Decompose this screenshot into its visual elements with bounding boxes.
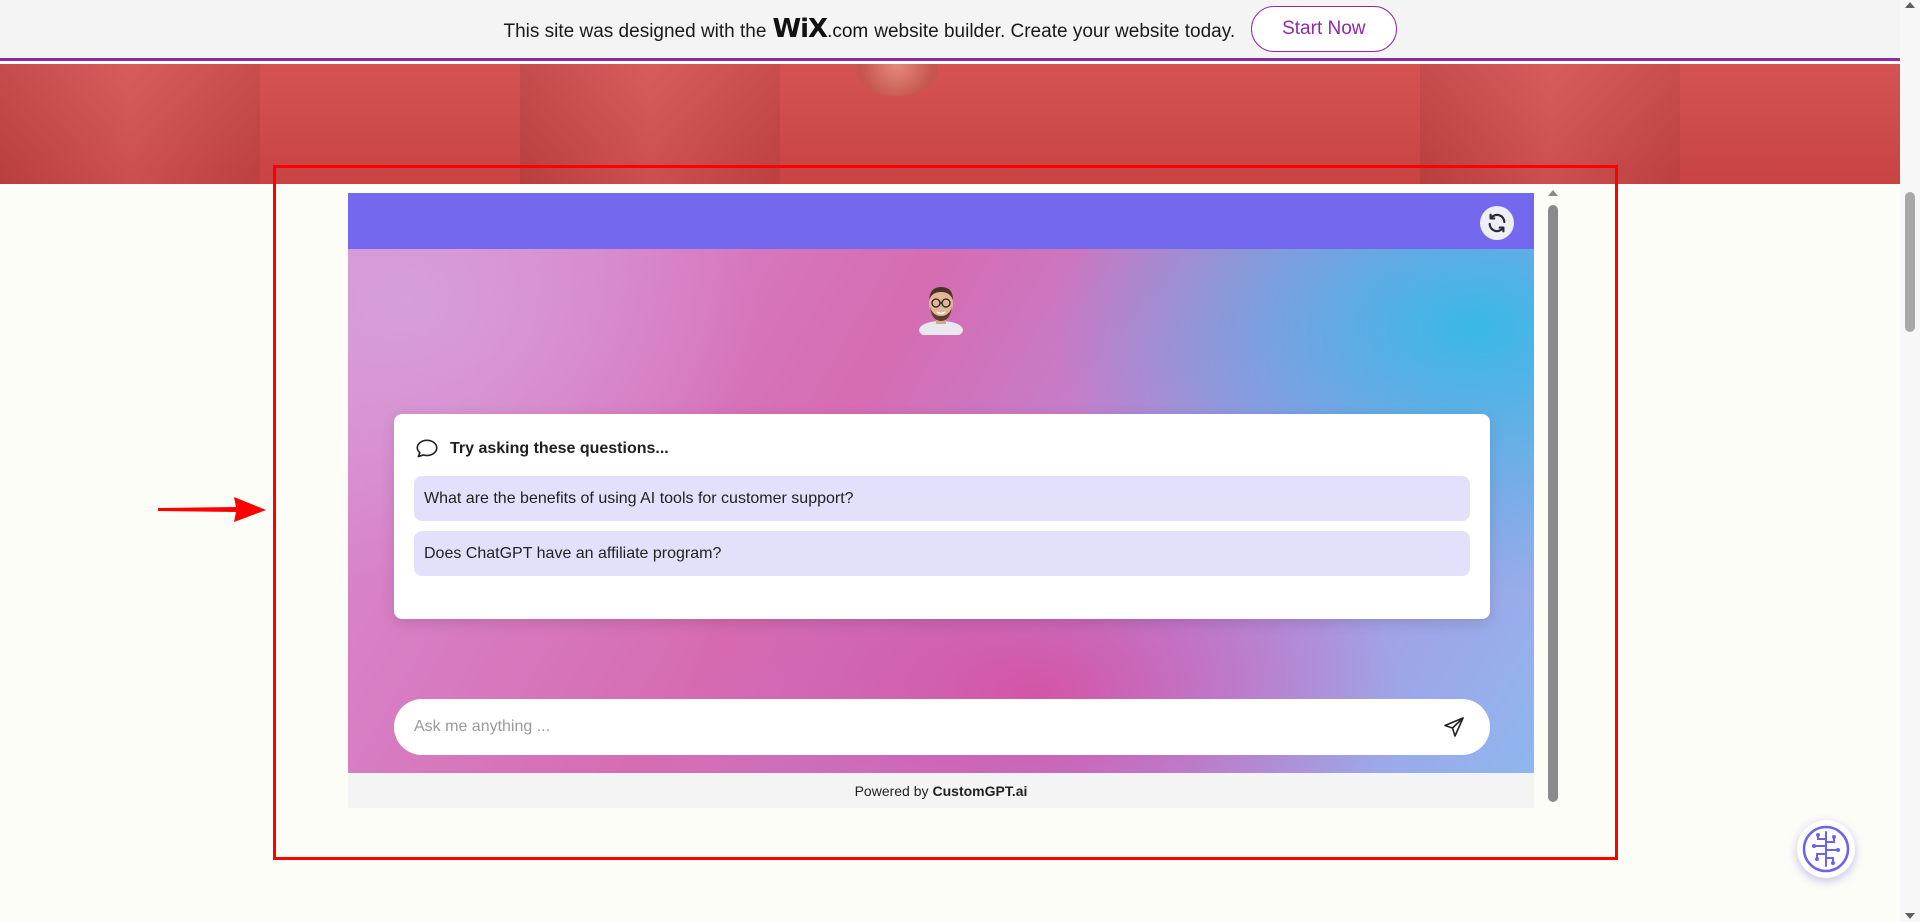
ai-brain-icon <box>1802 825 1850 873</box>
wix-banner-text: This site was designed with the WiX .com … <box>503 14 1235 44</box>
hero-image <box>0 64 1900 184</box>
scroll-up-arrow-icon[interactable] <box>1548 190 1558 196</box>
suggestions-header: Try asking these questions... <box>414 434 1470 464</box>
widget-scrollbar[interactable] <box>1547 190 1559 802</box>
footer-brand-link[interactable]: CustomGPT.ai <box>933 783 1028 799</box>
wix-banner: This site was designed with the WiX .com … <box>0 0 1900 61</box>
wix-logo: WiX <box>772 14 828 44</box>
suggestion-item[interactable]: Does ChatGPT have an affiliate program? <box>414 531 1470 576</box>
ask-bar <box>394 699 1490 755</box>
chat-bubble-icon <box>416 439 438 458</box>
ai-assistant-fab[interactable] <box>1797 820 1855 878</box>
refresh-button[interactable] <box>1480 206 1514 240</box>
wix-logo-suffix: .com <box>827 21 869 42</box>
chat-widget: Try asking these questions... What are t… <box>348 193 1534 808</box>
annotation-arrow-icon <box>158 497 266 522</box>
suggestions-card: Try asking these questions... What are t… <box>394 414 1490 619</box>
hero-fabric-fold <box>0 64 260 184</box>
footer-prefix: Powered by <box>854 782 929 799</box>
scroll-up-arrow-icon[interactable] <box>1905 2 1915 8</box>
scrollbar-thumb[interactable] <box>1548 205 1558 802</box>
scroll-down-arrow-icon[interactable] <box>1905 913 1915 919</box>
send-button[interactable] <box>1438 711 1470 743</box>
ask-input[interactable] <box>414 718 1438 736</box>
banner-text-before: This site was designed with the <box>503 21 767 42</box>
scrollbar-thumb[interactable] <box>1905 192 1915 332</box>
send-icon <box>1444 717 1464 737</box>
chat-body: Try asking these questions... What are t… <box>348 249 1534 773</box>
avatar-icon <box>919 287 963 335</box>
hero-coat-button <box>856 64 938 96</box>
start-now-button[interactable]: Start Now <box>1251 6 1397 52</box>
chat-footer: Powered by CustomGPT.ai <box>348 773 1534 808</box>
refresh-icon <box>1488 213 1506 233</box>
hero-fabric-fold <box>520 64 780 184</box>
suggestion-item[interactable]: What are the benefits of using AI tools … <box>414 476 1470 521</box>
suggestions-title: Try asking these questions... <box>450 440 669 457</box>
banner-text-after: website builder. Create your website tod… <box>874 21 1236 42</box>
chat-header <box>348 193 1534 249</box>
page-scrollbar[interactable] <box>1900 0 1920 922</box>
hero-fabric-fold <box>1420 64 1680 184</box>
